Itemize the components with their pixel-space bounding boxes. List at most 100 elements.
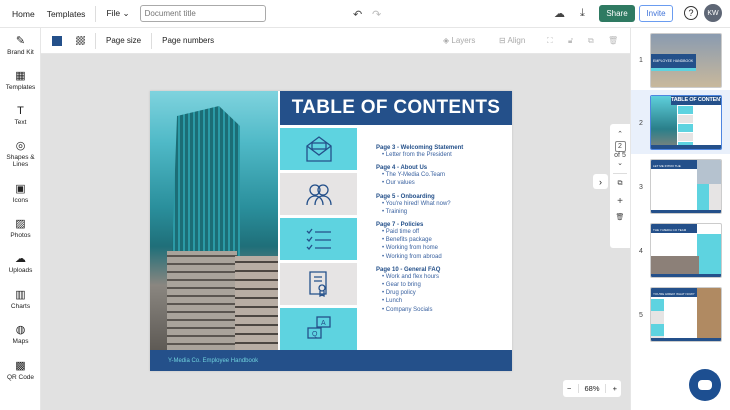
zoom-out-button[interactable]: −: [567, 384, 571, 393]
align-icon: ⊟: [499, 36, 506, 45]
current-page-input[interactable]: 2: [614, 141, 626, 152]
redo-icon[interactable]: ↷: [372, 8, 381, 21]
checklist-icon[interactable]: [280, 218, 357, 260]
chat-icon: [698, 380, 712, 390]
thumb-band: [651, 68, 696, 71]
page-number: 3: [639, 184, 643, 191]
sidebar-item-icons[interactable]: ▣ Icons: [0, 182, 41, 204]
sidebar-label: Photos: [10, 232, 31, 239]
toc-item[interactable]: Training: [382, 208, 506, 216]
thumb-title: EMPLOYEE HANDBOOK: [651, 54, 696, 68]
share-button[interactable]: Share: [599, 5, 635, 22]
download-icon[interactable]: ⤓: [580, 7, 585, 20]
expand-panel-button[interactable]: ›: [593, 174, 608, 189]
invite-button[interactable]: Invite: [639, 5, 673, 22]
file-menu[interactable]: File ⌄: [106, 8, 129, 19]
divider: [151, 32, 153, 49]
toc-item[interactable]: Working from abroad: [382, 253, 506, 261]
slide-title[interactable]: TABLE OF CONTENTS: [280, 91, 512, 125]
sidebar-label: Uploads: [8, 267, 33, 274]
page-number: 1: [639, 57, 643, 64]
background-color-swatch[interactable]: [52, 35, 62, 46]
svg-text:Q: Q: [312, 331, 318, 338]
sidebar-item-brand-kit[interactable]: ✎ Brand Kit: [0, 34, 41, 56]
layers-icon: ◈: [443, 36, 450, 45]
building-shape: [235, 256, 278, 350]
toc-item[interactable]: Lunch: [382, 297, 506, 305]
templates-link[interactable]: Templates: [47, 9, 86, 19]
sidebar-item-photos[interactable]: ▨ Photos: [0, 217, 41, 239]
undo-icon[interactable]: ↶: [353, 8, 362, 21]
sidebar-item-charts[interactable]: ▥ Charts: [0, 288, 41, 310]
thumb-box: [697, 234, 721, 274]
toc-item[interactable]: Work and flex hours: [382, 273, 506, 281]
sidebar-item-maps[interactable]: ◍ Maps: [0, 323, 41, 345]
zoom-in-button[interactable]: +: [613, 384, 617, 393]
slide-page-2[interactable]: TABLE OF CONTENTS AQ Page 3 - Welcoming …: [150, 91, 512, 371]
avatar[interactable]: KW: [704, 4, 722, 22]
toc-item[interactable]: You're hired! What now?: [382, 200, 506, 208]
page-thumbnail-1[interactable]: EMPLOYEE HANDBOOK: [650, 33, 722, 88]
sidebar-item-qr-code[interactable]: ▩ QR Code: [0, 359, 41, 381]
top-bar: Home Templates File ⌄ ↶ ↷ ☁ ⤓ Share Invi…: [0, 0, 730, 28]
toc-item[interactable]: Benefits package: [382, 236, 506, 244]
chat-support-button[interactable]: [689, 369, 721, 401]
fit-icon[interactable]: ⛶: [547, 36, 553, 46]
slide-footer[interactable]: Y-Media Co. Employee Handbook: [150, 350, 512, 371]
chevron-down-icon[interactable]: ⌄: [610, 159, 630, 167]
certificate-icon[interactable]: [280, 263, 357, 305]
thumb-title: LET ME INTRO THE PRESIDENT: [651, 160, 697, 172]
duplicate-page-icon[interactable]: ⧉: [613, 173, 627, 188]
duplicate-icon[interactable]: ⧉: [588, 36, 594, 46]
transparency-icon[interactable]: [76, 36, 85, 45]
toc-item[interactable]: Letter from the President: [382, 151, 506, 159]
page-count: of 5: [614, 152, 626, 159]
charts-icon: ▥: [15, 289, 26, 301]
page-thumbnail-5[interactable]: YOU'RE HIRED! WHAT NOW?: [650, 287, 722, 342]
toc-item[interactable]: The Y-Media Co.Team: [382, 171, 506, 179]
lock-icon[interactable]: 🔓︎: [568, 36, 573, 46]
icons-icon: ▣: [15, 183, 26, 195]
page-thumbnail-2[interactable]: TABLE OF CONTENTS: [650, 95, 722, 150]
add-page-icon[interactable]: +: [610, 196, 630, 207]
toc-item[interactable]: Gear to bring: [382, 281, 506, 289]
sidebar-item-text[interactable]: T Text: [0, 104, 41, 126]
sidebar-item-uploads[interactable]: ☁ Uploads: [0, 252, 41, 274]
team-icon[interactable]: [280, 173, 357, 215]
delete-page-icon[interactable]: 🗑︎: [610, 213, 630, 221]
chevron-up-icon[interactable]: ⌃: [610, 130, 630, 138]
maps-icon: ◍: [15, 324, 26, 336]
qa-chat-icon[interactable]: AQ: [280, 308, 357, 350]
building-photo: [150, 91, 278, 350]
toc-item[interactable]: Company Socials: [382, 306, 506, 314]
toc-item[interactable]: Working from home: [382, 244, 506, 252]
align-button[interactable]: ⊟ Align: [499, 36, 525, 45]
photos-icon: ▨: [15, 218, 26, 230]
document-title-input[interactable]: [139, 5, 266, 22]
page-thumbnail-3[interactable]: LET ME INTRO THE PRESIDENT: [650, 159, 722, 214]
page-navigator: ⌃ 2 of 5 ⌄ ⧉ + 🗑︎: [610, 124, 630, 248]
thumb-photo: [697, 288, 721, 340]
page-toolbar: Page size Page numbers ◈ Layers ⊟ Align …: [41, 28, 630, 54]
page-size-button[interactable]: Page size: [106, 36, 141, 45]
sidebar-label: Charts: [10, 303, 31, 310]
thumb-photo: [697, 160, 721, 184]
thumb-boxes: [651, 299, 664, 339]
zoom-level[interactable]: 68%: [578, 384, 606, 393]
toc-item[interactable]: Our values: [382, 179, 506, 187]
trash-icon[interactable]: 🗑︎: [608, 36, 618, 45]
page-number: 4: [639, 248, 643, 255]
shapes-icon: ◎: [15, 140, 26, 152]
sidebar-item-shapes[interactable]: ◎ Shapes & Lines: [0, 139, 41, 168]
home-link[interactable]: Home: [12, 9, 35, 19]
layers-button[interactable]: ◈ Layers: [443, 36, 475, 45]
envelope-icon[interactable]: [280, 128, 357, 170]
upload-icon: ☁: [15, 253, 26, 265]
cloud-sync-icon[interactable]: ☁: [554, 7, 565, 20]
help-icon[interactable]: ?: [684, 6, 698, 20]
sidebar-item-templates[interactable]: ▦ Templates: [0, 69, 41, 91]
toc-item[interactable]: Paid time off: [382, 228, 506, 236]
page-thumbnail-4[interactable]: THE Y-MEDIA CO TEAM: [650, 223, 722, 278]
toc-item[interactable]: Drug policy: [382, 289, 506, 297]
page-numbers-button[interactable]: Page numbers: [162, 36, 214, 45]
